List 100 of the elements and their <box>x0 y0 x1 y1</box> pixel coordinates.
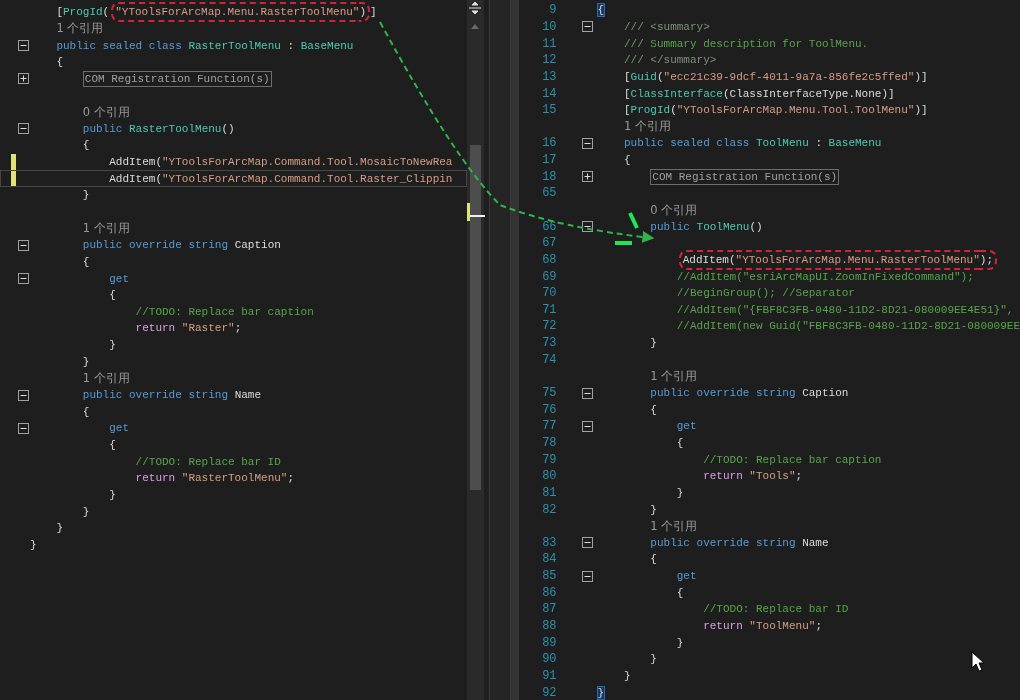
collapse-icon[interactable] <box>17 273 29 285</box>
collapse-icon[interactable] <box>17 422 29 434</box>
code-line: get <box>109 421 129 437</box>
collapsed-region[interactable]: COM Registration Function(s) <box>650 168 840 185</box>
reference-count: 0 个引用 <box>82 103 130 121</box>
line-number: 11 <box>542 36 557 51</box>
scrollbar-thumb[interactable] <box>470 145 481 490</box>
reference-count: 1 个引用 <box>650 367 698 385</box>
code-line: /// </summary> <box>623 53 717 69</box>
code-line: public override string Caption <box>650 386 849 402</box>
code-line: //AddItem(new Guid("FBF8C3FB-0480-11D2-8D21-080009EE <box>676 319 1020 335</box>
code-line: { <box>82 254 90 270</box>
line-number: 12 <box>542 53 557 68</box>
line-number: 77 <box>542 419 557 434</box>
line-number: 65 <box>542 186 557 201</box>
code-line: return "Tools"; <box>703 469 803 485</box>
code-line: } <box>676 635 684 651</box>
collapse-icon[interactable] <box>582 537 594 549</box>
code-line: { <box>109 288 116 304</box>
split-handle-icon[interactable] <box>469 2 481 14</box>
collapse-icon[interactable] <box>582 570 594 582</box>
reference-count: 1 个引用 <box>82 220 130 238</box>
line-number: 75 <box>542 386 557 401</box>
line-number: 76 <box>542 402 557 417</box>
line-number: 15 <box>542 103 557 118</box>
collapse-icon[interactable] <box>582 221 594 233</box>
code-line: } <box>650 502 657 518</box>
line-number: 13 <box>542 69 557 84</box>
line-number: 72 <box>542 319 557 334</box>
code-line: public override string Name <box>650 535 829 551</box>
line-number: 91 <box>542 668 557 683</box>
line-number: 10 <box>542 19 557 34</box>
line-number: 92 <box>542 685 557 700</box>
line-number: 69 <box>542 269 557 284</box>
scrollbar-track[interactable] <box>467 0 484 700</box>
code-line: //TODO: Replace bar caption <box>703 452 882 468</box>
line-number: 9 <box>549 3 557 18</box>
line-number: 80 <box>542 469 557 484</box>
line-number: 67 <box>542 236 557 251</box>
mouse-cursor-icon <box>971 651 985 672</box>
collapse-icon[interactable] <box>582 21 594 33</box>
code-line: { <box>650 402 657 418</box>
code-line: [ClassInterface(ClassInterfaceType.None)] <box>623 86 895 102</box>
line-number: 84 <box>542 552 557 567</box>
reference-count: 0 个引用 <box>650 201 698 219</box>
collapse-icon[interactable] <box>17 239 29 251</box>
code-line: //TODO: Replace bar caption <box>135 304 314 320</box>
code-line: AddItem("YToolsForArcMap.Command.Tool.MosaicToNewRea <box>109 155 453 171</box>
collapse-icon[interactable] <box>17 389 29 401</box>
code-line: /// Summary description for ToolMenu. <box>623 36 869 52</box>
code-line: get <box>109 271 129 287</box>
code-line: public override string Caption <box>82 238 281 254</box>
collapse-icon[interactable] <box>582 387 594 399</box>
code-line: return "RasterToolMenu"; <box>135 471 295 487</box>
code-line: { <box>82 138 90 154</box>
code-line: } <box>82 188 90 204</box>
line-number: 79 <box>542 452 557 467</box>
code-line: } <box>623 668 631 684</box>
code-line: AddItem("YToolsForArcMap.Menu.RasterToolMenu"); <box>676 251 997 268</box>
collapse-icon[interactable] <box>582 420 594 432</box>
line-number: 70 <box>542 286 557 301</box>
line-number: 86 <box>542 585 557 600</box>
line-number: 83 <box>542 535 557 550</box>
code-line: public override string Name <box>82 388 262 404</box>
collapsed-region[interactable]: COM Registration Function(s) <box>82 70 272 87</box>
code-line: //TODO: Replace bar ID <box>703 602 849 618</box>
code-line: AddItem("YToolsForArcMap.Command.Tool.Raster_Clippin <box>109 171 453 187</box>
code-line: return "Raster"; <box>135 321 242 337</box>
line-number: 68 <box>542 252 557 267</box>
code-line: } <box>109 487 116 503</box>
line-number: 74 <box>542 352 557 367</box>
code-line: [ProgId("YToolsForArcMap.Menu.Tool.ToolMenu")] <box>623 103 928 119</box>
caret-position-marker <box>467 203 485 221</box>
code-line: get <box>676 419 697 435</box>
line-number: 87 <box>542 602 557 617</box>
emphasis-marks <box>615 212 639 245</box>
code-line: public sealed class RasterToolMenu : BaseMenu <box>56 38 354 54</box>
line-number: 81 <box>542 485 557 500</box>
code-line: { <box>650 552 657 568</box>
code-line: } <box>676 485 684 501</box>
code-line: //TODO: Replace bar ID <box>135 454 281 470</box>
code-line: public ToolMenu() <box>650 219 763 235</box>
line-number: 14 <box>542 86 557 101</box>
reference-count: 1 个引用 <box>82 369 130 387</box>
code-line: } <box>650 652 657 668</box>
code-line: [Guid("ecc21c39-9dcf-4011-9a7a-856fe2c5ffed")] <box>623 69 928 85</box>
collapse-icon[interactable] <box>17 123 29 135</box>
code-line: [ProgId( "YToolsForArcMap.Menu.RasterToolMenu") ] <box>56 4 377 21</box>
line-number: 78 <box>542 435 557 450</box>
code-line: { <box>109 437 116 453</box>
collapse-icon[interactable] <box>582 137 594 149</box>
expand-icon[interactable] <box>582 171 594 183</box>
code-line: { <box>82 404 90 420</box>
collapse-icon[interactable] <box>17 40 29 52</box>
expand-icon[interactable] <box>17 73 29 85</box>
line-number: 16 <box>542 136 557 151</box>
code-line: } <box>56 521 63 537</box>
scroll-up-icon[interactable] <box>471 24 479 29</box>
line-number: 90 <box>542 652 557 667</box>
code-line: public sealed class ToolMenu : BaseMenu <box>623 136 882 152</box>
